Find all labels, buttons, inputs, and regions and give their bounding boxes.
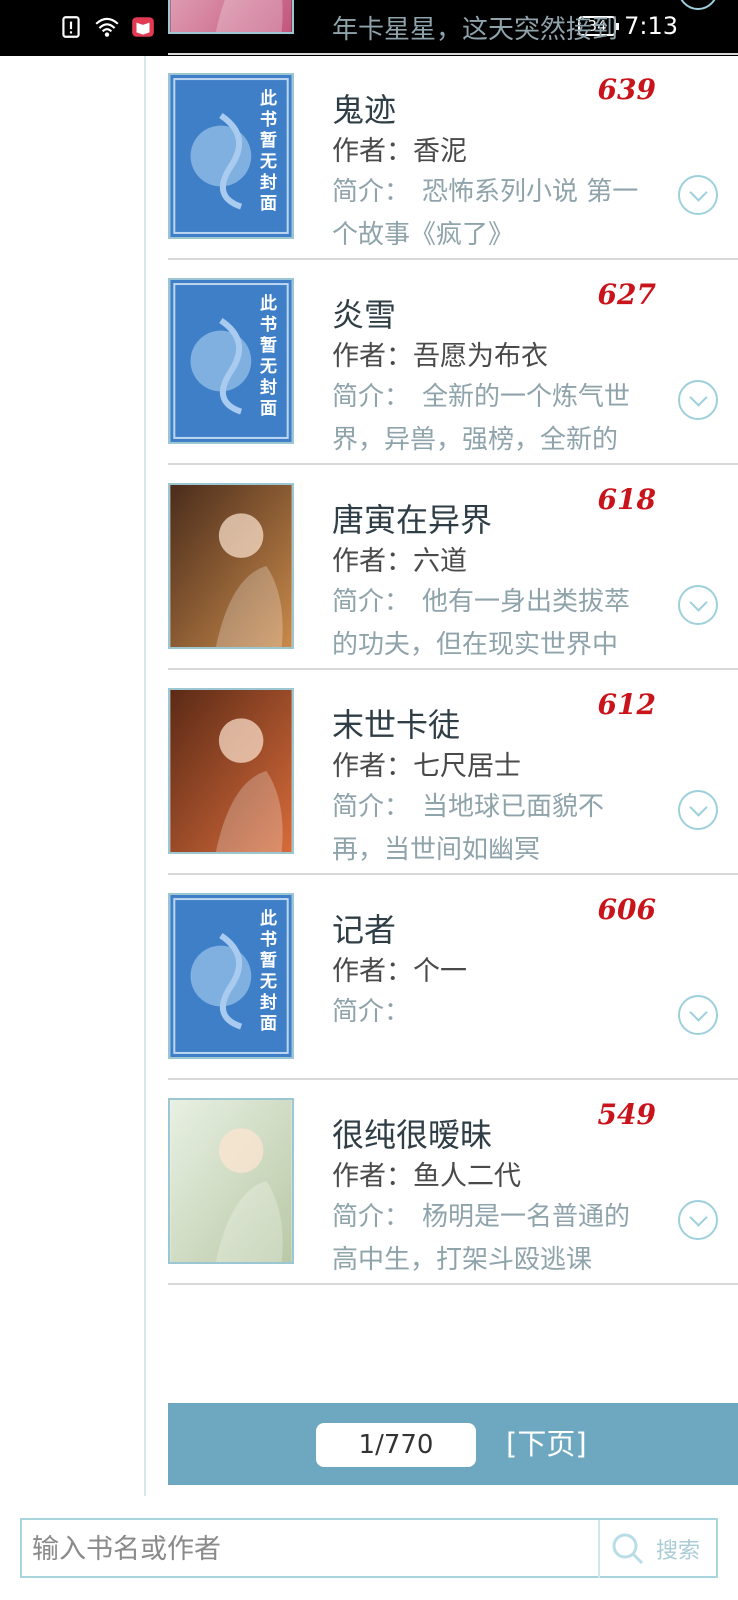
expand-chevron-icon[interactable]: [678, 995, 718, 1035]
book-cover[interactable]: [168, 0, 294, 34]
search-icon: [612, 1533, 644, 1565]
book-score: 612: [597, 688, 656, 721]
author-label: 作者：: [332, 751, 413, 782]
book-score: 618: [597, 483, 656, 516]
book-list-item[interactable]: 612 末世卡徒 作者：七尺居士 简介： 当地球已面貌不再，当世间如幽冥: [168, 670, 738, 875]
intro-label: 简介：: [332, 177, 411, 207]
book-list-item[interactable]: 此书暂无封面 606 记者 作者：个一 简介：: [168, 875, 738, 1080]
cover-placeholder[interactable]: 此书暂无封面: [168, 893, 294, 1059]
intro-label: 简介：: [332, 1202, 411, 1232]
book-intro: 简介： 恐怖系列小说 第一个故事《疯了》: [332, 171, 652, 259]
book-list-item[interactable]: 此书暂无封面 627 炎雪 作者：吾愿为布衣 简介： 全新的一个炼气世界，异兽，强榜，全新…: [168, 260, 738, 465]
search-button[interactable]: 搜索: [610, 1528, 714, 1570]
intro-label: 简介：: [332, 382, 411, 412]
status-icons-left: [58, 14, 156, 40]
book-title[interactable]: 记者: [332, 905, 396, 951]
author-label: 作者：: [332, 136, 413, 167]
book-author: 作者：鱼人二代: [332, 1154, 521, 1193]
cover-placeholder[interactable]: 此书暂无封面: [168, 73, 294, 239]
search-divider: [598, 1520, 600, 1578]
intro-label: 简介：: [332, 0, 410, 2]
author-name: 六道: [413, 546, 467, 577]
expand-chevron-icon[interactable]: [678, 175, 718, 215]
search-button-label: 搜索: [656, 1539, 701, 1564]
next-page-link[interactable]: [下页]: [506, 1421, 587, 1463]
book-author: 作者：香泥: [332, 129, 467, 168]
book-intro: 简介：家有娇妻的有为青年卡星星，这天突然接到: [332, 0, 652, 54]
author-name: 个一: [413, 956, 467, 987]
pagination-bar: 1/770 [下页]: [168, 1403, 738, 1485]
intro-text: 家有娇妻的有为青年卡星星，这天突然接到: [332, 0, 630, 45]
book-author: 作者：六道: [332, 539, 467, 578]
search-bar: 搜索: [20, 1518, 718, 1578]
book-intro: 简介：: [332, 991, 652, 1079]
book-author: 作者：七尺居士: [332, 744, 521, 783]
book-title[interactable]: 炎雪: [332, 290, 396, 336]
expand-chevron-icon[interactable]: [678, 790, 718, 830]
cover-placeholder[interactable]: 此书暂无封面: [168, 278, 294, 444]
book-title[interactable]: 末世卡徒: [332, 700, 460, 746]
cover-placeholder-text: 此书暂无封面: [260, 294, 277, 419]
book-list: 作者：书生奋发简介：家有娇妻的有为青年卡星星，这天突然接到此书暂无封面 639 鬼迹…: [168, 0, 738, 1285]
expand-chevron-icon[interactable]: [678, 380, 718, 420]
author-label: 作者：: [332, 956, 413, 987]
author-name: 吾愿为布衣: [413, 341, 548, 372]
book-list-item[interactable]: 618 唐寅在异界 作者：六道 简介： 他有一身出类拔萃的功夫，但在现实世界中: [168, 465, 738, 670]
book-list-item[interactable]: 作者：书生奋发简介：家有娇妻的有为青年卡星星，这天突然接到: [168, 0, 738, 55]
book-score: 549: [597, 1098, 656, 1131]
page-indicator[interactable]: 1/770: [316, 1423, 476, 1467]
search-input[interactable]: [32, 1530, 582, 1568]
book-title[interactable]: 唐寅在异界: [332, 495, 492, 541]
book-author: 作者：个一: [332, 949, 467, 988]
expand-chevron-icon[interactable]: [678, 0, 718, 10]
author-label: 作者：: [332, 546, 413, 577]
book-intro: 简介： 全新的一个炼气世界，异兽，强榜，全新的: [332, 376, 652, 464]
cover-placeholder-text: 此书暂无封面: [260, 909, 277, 1034]
author-name: 鱼人二代: [413, 1161, 521, 1192]
book-app-icon: [132, 17, 154, 37]
book-cover[interactable]: [168, 1098, 294, 1264]
intro-label: 简介：: [332, 997, 411, 1027]
book-intro: 简介： 当地球已面貌不再，当世间如幽冥: [332, 786, 652, 874]
book-score: 639: [597, 73, 656, 106]
book-title[interactable]: 鬼迹: [332, 85, 396, 131]
wifi-icon: [95, 17, 119, 37]
book-intro: 简介： 杨明是一名普通的高中生，打架斗殴逃课: [332, 1196, 652, 1284]
book-score: 606: [597, 893, 656, 926]
expand-chevron-icon[interactable]: [678, 1200, 718, 1240]
book-author: 作者：吾愿为布衣: [332, 334, 548, 373]
author-label: 作者：: [332, 341, 413, 372]
author-label: 作者：: [332, 1161, 413, 1192]
cover-placeholder-text: 此书暂无封面: [260, 89, 277, 214]
book-intro: 简介： 他有一身出类拔萃的功夫，但在现实世界中: [332, 581, 652, 669]
book-score: 627: [597, 278, 656, 311]
intro-label: 简介：: [332, 792, 411, 822]
author-name: 七尺居士: [413, 751, 521, 782]
book-cover[interactable]: [168, 688, 294, 854]
book-list-item[interactable]: 549 很纯很暧昧 作者：鱼人二代 简介： 杨明是一名普通的高中生，打架斗殴逃课: [168, 1080, 738, 1285]
alert-icon: [62, 16, 80, 38]
left-rail: [0, 56, 146, 1496]
book-list-item[interactable]: 此书暂无封面 639 鬼迹 作者：香泥 简介： 恐怖系列小说 第一个故事《疯了》: [168, 55, 738, 260]
expand-chevron-icon[interactable]: [678, 585, 718, 625]
intro-label: 简介：: [332, 587, 411, 617]
book-cover[interactable]: [168, 483, 294, 649]
book-title[interactable]: 很纯很暧昧: [332, 1110, 492, 1156]
author-name: 香泥: [413, 136, 467, 167]
